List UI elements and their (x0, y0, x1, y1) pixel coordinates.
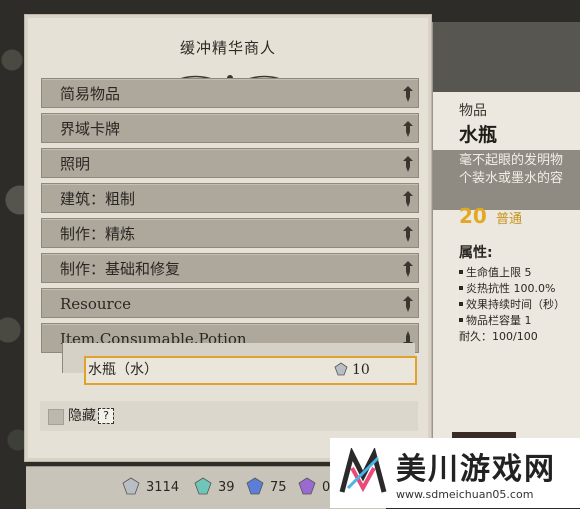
attribute-row: 物品栏容量 1 (459, 312, 532, 328)
item-detail-panel: 物品 水瓶 毫不起眼的发明物 个装水或墨水的容 20 普通 属性: 生命值上限 … (432, 22, 580, 442)
currency-blue: 75 (246, 477, 287, 495)
blue-gem-icon (246, 477, 264, 495)
category-lighting[interactable]: 照明 (41, 148, 419, 178)
watermark-url: www.sdmeichuan05.com (396, 488, 534, 501)
item-value: 20 普通 (459, 204, 522, 228)
attribute-row: 炎热抗性 100.0% (459, 280, 555, 296)
bullet-icon (459, 270, 463, 274)
bullet-icon (459, 318, 463, 322)
item-quality: 普通 (495, 212, 522, 227)
hide-toggle-row: 隐藏 ? (40, 401, 418, 431)
category-crafting-refined[interactable]: 制作：精炼 (41, 218, 419, 248)
chevron-down-icon (403, 296, 413, 312)
currency-teal: 39 (194, 477, 235, 495)
description-line: 毫不起眼的发明物 (459, 153, 564, 168)
category-label: Resource (60, 295, 132, 313)
currency-value: 39 (218, 480, 235, 495)
logo-icon (339, 448, 387, 493)
watermark: 美川游戏网 www.sdmeichuan05.com (330, 438, 580, 508)
attribute-row: 耐久：100/100 (459, 328, 538, 344)
currency-silver: 3114 (122, 477, 179, 495)
chevron-down-icon (403, 191, 413, 207)
merchant-title: 缓冲精华商人 (179, 39, 276, 57)
category-label: 简易物品 (60, 85, 121, 103)
attributes-title: 属性: (459, 245, 493, 261)
item-category: 物品 (459, 103, 487, 119)
currency-value: 3114 (146, 480, 180, 495)
category-label: 照明 (60, 155, 91, 173)
category-label: 制作：基础和修复 (60, 260, 181, 278)
category-crafting-basic[interactable]: 制作：基础和修复 (41, 253, 419, 283)
attribute-row: 效果持续时间（秒） (459, 296, 565, 312)
item-row-water-bottle[interactable]: 水瓶（水） 10 (84, 356, 417, 385)
merchant-panel: 缓冲精华商人 简易物品 界域卡牌 照明 建筑：粗制 制作：精炼 制作：基础和修复… (24, 14, 432, 462)
hide-checkbox[interactable] (48, 409, 64, 425)
category-building-crude[interactable]: 建筑：粗制 (41, 183, 419, 213)
chevron-down-icon (403, 121, 413, 137)
item-title: 水瓶 (459, 124, 498, 146)
category-label: 建筑：粗制 (60, 190, 136, 208)
item-value-number: 20 (459, 204, 487, 228)
category-resource[interactable]: Resource (41, 288, 419, 318)
attribute-text: 耐久：100/100 (459, 330, 538, 343)
description-line: 个装水或墨水的容 (459, 171, 564, 186)
chevron-down-icon (403, 226, 413, 242)
attribute-row: 生命值上限 5 (459, 264, 532, 280)
hide-label: 隐藏 (68, 408, 96, 424)
chevron-down-icon (403, 261, 413, 277)
bullet-icon (459, 302, 463, 306)
attribute-text: 炎热抗性 100.0% (466, 282, 556, 295)
silver-gem-icon (334, 362, 348, 376)
category-label: 界域卡牌 (60, 120, 121, 138)
attribute-text: 物品栏容量 1 (466, 314, 532, 327)
bullet-icon (459, 286, 463, 290)
purple-gem-icon (298, 477, 316, 495)
chevron-down-icon (403, 156, 413, 172)
chevron-down-icon (403, 86, 413, 102)
item-price: 10 (334, 358, 370, 383)
help-icon[interactable]: ? (98, 408, 114, 424)
currency-purple: 0 (298, 477, 330, 495)
attribute-text: 生命值上限 5 (466, 266, 532, 279)
attribute-text: 效果持续时间（秒） (466, 298, 565, 311)
category-simple-items[interactable]: 简易物品 (41, 78, 419, 108)
watermark-text: 美川游戏网 (396, 452, 556, 487)
teal-gem-icon (194, 477, 212, 495)
item-preview (433, 22, 580, 92)
silver-gem-icon (122, 477, 140, 495)
item-description: 毫不起眼的发明物 个装水或墨水的容 (433, 150, 580, 210)
category-label: 制作：精炼 (60, 225, 136, 243)
currency-value: 75 (270, 480, 287, 495)
category-realm-cards[interactable]: 界域卡牌 (41, 113, 419, 143)
item-name: 水瓶（水） (88, 362, 158, 378)
item-price-value: 10 (352, 362, 370, 378)
